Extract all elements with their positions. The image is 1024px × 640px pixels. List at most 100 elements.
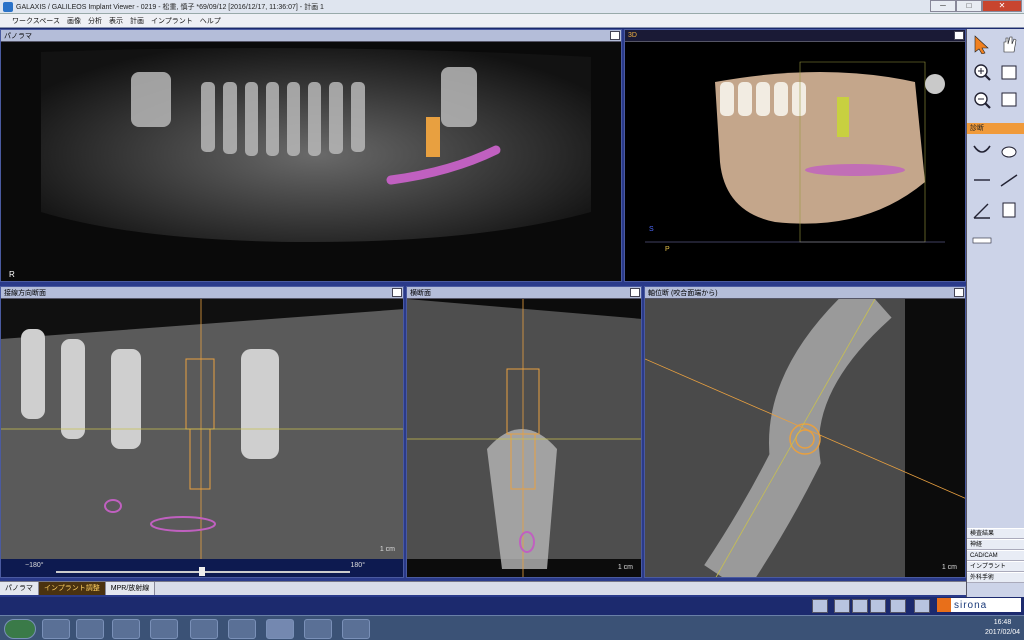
maximize-pane-icon[interactable]	[392, 288, 402, 297]
os-taskbar: 16:48 2017/02/04	[0, 615, 1024, 640]
word-icon[interactable]	[190, 619, 218, 639]
panorama-header: パノラマ	[1, 30, 621, 42]
rotation-slider-track[interactable]: −180° 180°	[1, 559, 403, 577]
axial-image[interactable]: 1 cm	[645, 287, 965, 577]
side-item-cadcam[interactable]: CAD/CAM	[967, 550, 1024, 561]
view3d-title: 3D	[628, 32, 637, 39]
status-bar	[0, 597, 1024, 615]
window-controls: ─ □ ✕	[930, 0, 1022, 12]
clock-date: 2017/02/04	[984, 629, 1020, 636]
side-item-nerve[interactable]: 神経	[967, 539, 1024, 550]
scale-label: 1 cm	[941, 564, 957, 571]
measure-arrow-icon[interactable]	[970, 169, 994, 191]
window-down-icon[interactable]	[997, 89, 1021, 111]
panorama-image[interactable]: R	[1, 42, 621, 281]
view3d-render[interactable]: S P	[625, 42, 965, 281]
diagnosis-section[interactable]: 診断	[967, 123, 1024, 134]
workspace-tabs: パノラマ インプラント調整 MPR/放射線	[0, 581, 966, 595]
slider-thumb[interactable]	[199, 567, 205, 576]
app-icon	[3, 1, 13, 12]
app-window: GALAXIS / GALILEOS Implant Viewer - 0219…	[0, 0, 1024, 640]
view3d-header: 3D	[625, 30, 965, 42]
cross-header: 横断面	[407, 287, 641, 299]
layout-3-icon[interactable]	[852, 599, 868, 613]
cross-image[interactable]: 1 cm	[407, 299, 641, 577]
layout-4-icon[interactable]	[870, 599, 886, 613]
view3d-pane[interactable]: 3D S P	[624, 29, 966, 282]
layout-2-icon[interactable]	[834, 599, 850, 613]
explorer-icon[interactable]	[304, 619, 332, 639]
menu-workspace[interactable]: ワークスペース	[12, 16, 60, 26]
system-clock[interactable]: 16:48 2017/02/04	[985, 618, 1020, 638]
axis-p-label: P	[665, 246, 670, 253]
window-up-icon[interactable]	[997, 61, 1021, 83]
tab-implant-adjust[interactable]: インプラント調整	[39, 582, 106, 595]
print-icon[interactable]	[997, 199, 1021, 221]
panorama-pane[interactable]: パノラマ R	[0, 29, 622, 282]
zoom-out-icon[interactable]	[970, 89, 994, 111]
cross-pane[interactable]: 横断面 1 cm	[406, 286, 642, 578]
chrome-icon[interactable]	[76, 619, 104, 639]
menu-image[interactable]: 画像	[67, 16, 81, 26]
panorama-title: パノラマ	[4, 32, 32, 40]
panorama-curve-icon[interactable]	[970, 139, 994, 161]
tab-panorama[interactable]: パノラマ	[0, 582, 39, 595]
scale-label: 1 cm	[379, 546, 395, 553]
tangential-ct	[1, 299, 403, 577]
menu-view[interactable]: 表示	[109, 16, 123, 26]
pan-hand-icon[interactable]	[997, 33, 1021, 55]
layout-1-icon[interactable]	[812, 599, 828, 613]
minimize-button[interactable]: ─	[930, 0, 956, 12]
ie-icon[interactable]	[42, 619, 70, 639]
panorama-xray	[1, 42, 621, 281]
maximize-pane-icon[interactable]	[954, 31, 964, 40]
start-button-icon[interactable]	[4, 619, 36, 639]
orientation-head-icon[interactable]	[925, 74, 945, 94]
tab-mpr[interactable]: MPR/放射線	[105, 582, 156, 595]
axis-s-label: S	[649, 226, 654, 233]
measure-diag-icon[interactable]	[997, 169, 1021, 191]
side-item-surgery[interactable]: 外科手術	[967, 572, 1024, 583]
angle-tool-icon[interactable]	[970, 199, 994, 221]
cross-title: 横断面	[410, 289, 431, 297]
layout-5-icon[interactable]	[890, 599, 906, 613]
implant-3d	[837, 97, 849, 137]
menu-bar: ワークスペース 画像 分析 表示 計画 インプラント ヘルプ	[0, 14, 1024, 28]
tangential-image[interactable]: 1 cm −180° 180°	[1, 299, 403, 577]
pointer-tool-icon[interactable]	[970, 33, 994, 55]
tangential-pane[interactable]: 接線方向断面 1 cm −180° 180°	[0, 286, 404, 578]
scale-label: 1 cm	[617, 564, 633, 571]
volume-tool-icon[interactable]	[997, 139, 1021, 161]
axial-pane[interactable]: 軸位断 (咬合面端から) 1 cm	[644, 286, 966, 578]
tangential-title: 接線方向断面	[4, 289, 46, 297]
menu-implant[interactable]: インプラント	[151, 16, 193, 26]
close-button[interactable]: ✕	[982, 0, 1022, 12]
implant-viewer-task-icon[interactable]	[266, 619, 294, 639]
app-japanese-icon[interactable]	[112, 619, 140, 639]
galaxis-icon[interactable]	[342, 619, 370, 639]
maximize-pane-icon[interactable]	[954, 288, 964, 297]
axial-title: 軸位断 (咬合面端から)	[648, 289, 718, 297]
sirona-logo-icon	[937, 598, 951, 612]
right-side-marker: R	[9, 270, 15, 279]
side-navigation: 検査結果 神経 CAD/CAM インプラント 外科手術	[967, 528, 1024, 583]
side-item-implant[interactable]: インプラント	[967, 561, 1024, 572]
nerve-3d	[805, 164, 905, 176]
skull-render	[645, 61, 945, 243]
slider-max-label: 180°	[350, 562, 365, 569]
ruler-icon[interactable]	[970, 229, 994, 251]
maximize-pane-icon[interactable]	[630, 288, 640, 297]
menu-help[interactable]: ヘルプ	[200, 16, 221, 26]
brand-logo: sirona	[937, 598, 1021, 612]
menu-analysis[interactable]: 分析	[88, 16, 102, 26]
layout-6-icon[interactable]	[914, 599, 930, 613]
zoom-in-icon[interactable]	[970, 61, 994, 83]
axial-header: 軸位断 (咬合面端から)	[645, 287, 965, 299]
menu-plan[interactable]: 計画	[130, 16, 144, 26]
powerpoint-icon[interactable]	[228, 619, 256, 639]
media-player-icon[interactable]	[150, 619, 178, 639]
side-item-findings[interactable]: 検査結果	[967, 528, 1024, 539]
maximize-pane-icon[interactable]	[610, 31, 620, 40]
implant-marker	[426, 117, 440, 157]
maximize-button[interactable]: □	[956, 0, 982, 12]
